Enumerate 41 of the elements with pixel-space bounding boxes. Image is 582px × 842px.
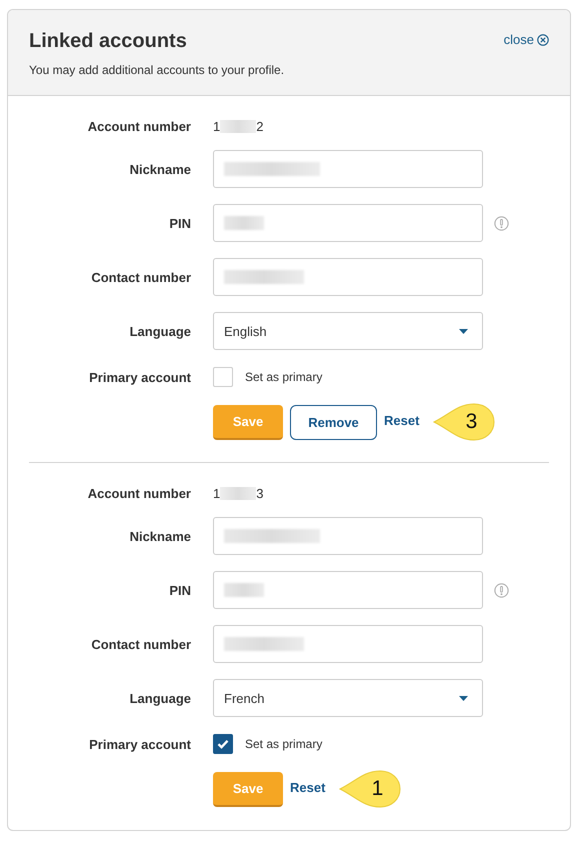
field-label: Primary account [88, 370, 191, 384]
dialog-title: Linked accounts [29, 30, 188, 53]
redacted-digits [220, 486, 256, 500]
field-label: Language [128, 324, 191, 338]
field-label: Contact number [90, 636, 191, 652]
info-icon[interactable] [494, 582, 509, 598]
language-dropdown[interactable]: French [213, 679, 483, 717]
field-label: Account number [86, 118, 191, 134]
field-label: Nickname [128, 162, 191, 176]
input-field[interactable] [213, 258, 483, 296]
reset-link[interactable]: Reset [384, 412, 420, 432]
input-field[interactable] [213, 625, 483, 663]
account-number-start: 1 [213, 486, 220, 500]
account-number-start: 1 [213, 118, 220, 134]
checkbox[interactable] [213, 734, 233, 754]
field-label: Account number [86, 486, 191, 500]
checkbox-label[interactable]: Set as primary [245, 370, 322, 384]
field-label: Nickname [128, 528, 191, 544]
remove-button[interactable]: Remove [290, 404, 377, 440]
field-label: Language [128, 690, 191, 706]
close-button[interactable]: close [504, 32, 549, 47]
caret-icon[interactable] [459, 696, 468, 700]
account-number-end: 2 [256, 118, 264, 134]
field-label: Primary account [88, 736, 191, 752]
info-icon[interactable] [494, 216, 509, 230]
redacted-digits [220, 120, 256, 132]
close-icon[interactable] [537, 34, 549, 46]
input-field[interactable] [213, 517, 483, 555]
input-field[interactable] [213, 571, 483, 609]
field-label: Contact number [90, 270, 191, 284]
checkmark-icon [217, 739, 229, 749]
dialog-subtitle: You may add additional accounts to your profile. [29, 63, 284, 77]
checkbox-label[interactable]: Set as primary [245, 737, 322, 751]
account-number-end: 3 [256, 486, 264, 500]
reset-link[interactable]: Reset [290, 780, 326, 798]
input-field[interactable] [213, 150, 483, 188]
field-label: PIN [168, 216, 191, 230]
caret-icon[interactable] [459, 328, 468, 334]
language-dropdown[interactable]: English [213, 312, 483, 350]
field-label: PIN [168, 582, 191, 598]
input-field[interactable] [213, 204, 483, 242]
